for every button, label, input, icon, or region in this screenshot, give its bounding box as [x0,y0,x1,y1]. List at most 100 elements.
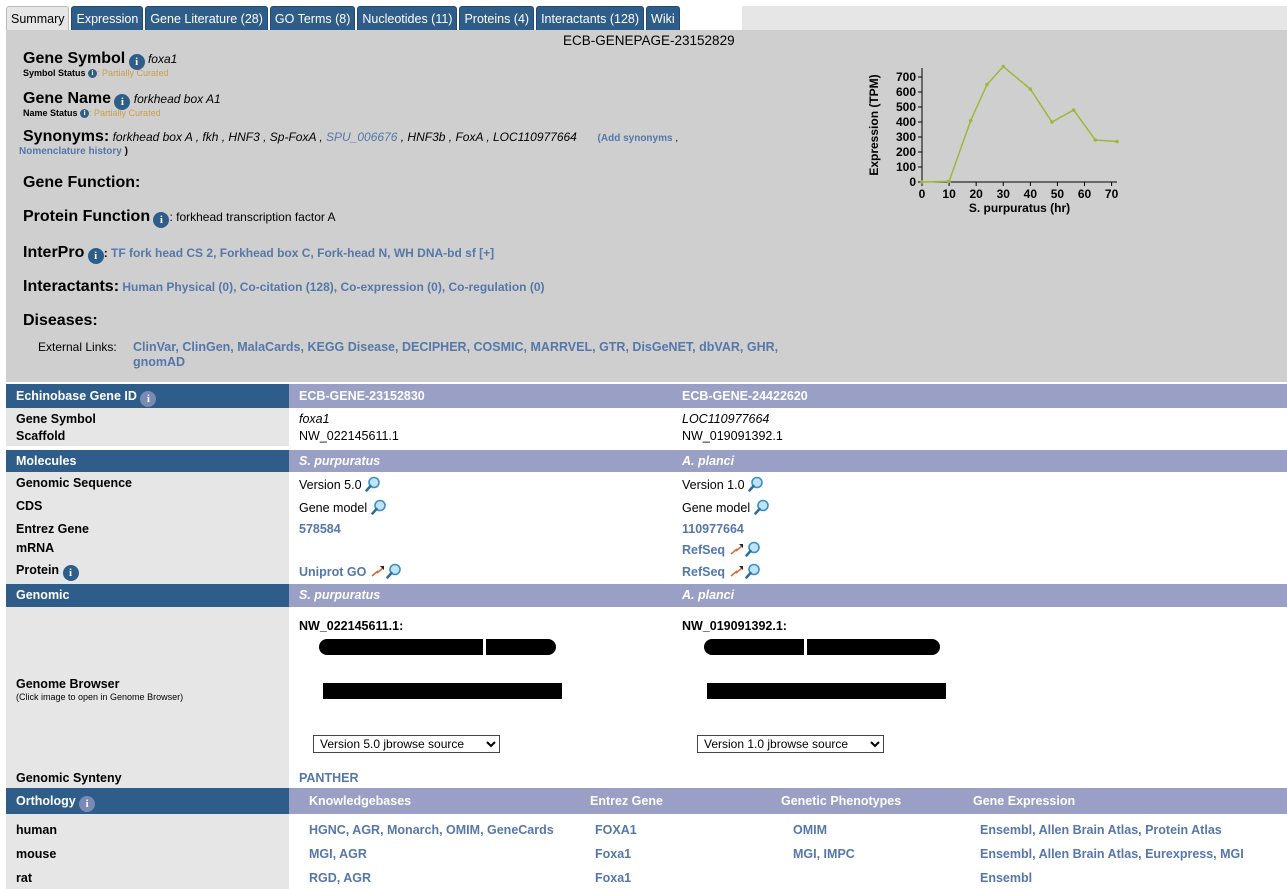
gene-track-image[interactable] [807,639,940,655]
ortholog-knowledgebases[interactable]: RGD, AGR [309,871,371,885]
tab-nucleotides[interactable]: Nucleotides (11) [357,6,458,30]
protein-label-wrap: Protein i [16,563,79,581]
tab-summary[interactable]: Summary [6,6,70,30]
info-icon[interactable]: i [80,109,90,118]
jbrowse-source-select[interactable]: Version 5.0 jbrowse source [313,735,500,753]
nomenclature-history-link[interactable]: Nomenclature history [19,146,122,157]
scaffold-row-label: Scaffold [16,429,66,443]
info-icon[interactable]: i [153,212,170,228]
y-tick-label: 300 [896,130,916,144]
external-link[interactable]: DECIPHER [402,340,467,354]
symbol-status-row: Symbol Status i: Partially Curated [23,68,169,78]
info-icon[interactable]: i [79,796,96,812]
external-links-list: ClinVar, ClinGen, MalaCards, KEGG Diseas… [133,340,779,369]
interpro-link[interactable]: WH DNA-bd sf [+] [394,246,494,260]
gene-track-image[interactable] [704,639,804,655]
tab-gene-literature[interactable]: Gene Literature (28) [145,6,268,30]
ortholog-entrez-link[interactable]: FOXA1 [595,823,637,837]
tab-bar: Summary Expression Gene Literature (28) … [6,6,680,30]
synonym-link[interactable]: SPU_006676 [326,130,397,144]
magnifier-icon[interactable] [744,563,761,579]
orthology-header-label: Orthology [16,794,76,808]
external-link[interactable]: ClinVar [133,340,175,354]
external-link[interactable]: MARRVEL [531,340,593,354]
genome-browser-label: Genome Browser [16,677,120,691]
ortholog-entrez-link[interactable]: Foxa1 [595,871,631,885]
refseq-link[interactable]: RefSeq [682,565,725,579]
x-tick-label: 10 [942,187,956,201]
symbol-status-value: : Partially Curated [97,68,169,78]
external-link[interactable]: KEGG Disease [307,340,395,354]
expression-chart[interactable]: 0100200300400500600700 0 10 20 30 40 50 60 70 S. … [852,64,1132,224]
protein-function-row: Protein Function i: forkhead transcripti… [23,208,336,228]
gene-track-image[interactable] [319,639,483,655]
entrez-gene-link[interactable]: 578584 [299,522,341,536]
interactants-label: Interactants: [23,278,120,295]
magnifier-icon[interactable] [365,476,381,492]
info-icon[interactable]: i [88,69,98,78]
expression-data-point [1050,120,1054,124]
magnifier-icon[interactable] [744,541,761,557]
mrna-cell: RefSeq [682,541,761,557]
gene-track-image[interactable] [323,683,562,699]
external-link[interactable]: GTR [599,340,625,354]
ortholog-expression[interactable]: Ensembl [980,871,1032,885]
external-link[interactable]: GHR [747,340,775,354]
external-link[interactable]: dbVAR [699,340,740,354]
blast-icon[interactable] [729,563,745,579]
x-tick-label: 20 [969,187,983,201]
entrez-gene-link[interactable]: 110977664 [682,522,744,536]
tab-go-terms[interactable]: GO Terms (8) [269,6,356,30]
magnifier-icon[interactable] [753,499,770,515]
tab-expression[interactable]: Expression [71,6,144,30]
jbrowse-source-select[interactable]: Version 1.0 jbrowse source [697,735,884,753]
tab-proteins[interactable]: Proteins (4) [459,6,535,30]
magnifier-icon[interactable] [386,563,402,579]
add-synonyms-link[interactable]: (Add synonyms [598,133,673,144]
uniprot-go-link[interactable]: Uniprot GO [299,565,366,579]
magnifier-icon[interactable] [370,499,387,515]
external-link[interactable]: COSMIC [474,340,524,354]
gene-track-image[interactable] [486,639,556,655]
magnifier-icon[interactable] [748,476,764,492]
protein-function-value: : forkhead transcription factor A [169,210,336,224]
blast-icon[interactable] [729,541,745,557]
info-icon[interactable]: i [62,565,79,581]
interactant-link[interactable]: Co-citation (128) [240,280,334,294]
ortholog-phenotypes[interactable]: OMIM [793,823,827,837]
gene-track-image[interactable] [707,683,946,699]
gene-id[interactable]: ECB-GENE-23152830 [299,384,425,408]
tab-bar-filler [742,6,1287,30]
ortholog-entrez-link[interactable]: Foxa1 [595,847,631,861]
x-tick-label: 50 [1051,187,1065,201]
blast-icon[interactable] [370,563,386,579]
panther-link[interactable]: PANTHER [299,771,359,785]
interpro-link[interactable]: Forkhead box C [220,246,311,260]
external-link[interactable]: DisGeNET [632,340,692,354]
interactants-row: Interactants: Human Physical (0), Co-cit… [23,278,545,295]
refseq-link[interactable]: RefSeq [682,543,725,557]
external-link[interactable]: gnomAD [133,355,185,369]
interpro-link[interactable]: Fork-head N [317,246,387,260]
ortholog-knowledgebases[interactable]: MGI, AGR [309,847,367,861]
gene-name-value: forkhead box A1 [133,92,221,106]
tab-wiki[interactable]: Wiki [646,6,680,30]
interactant-link[interactable]: Human Physical (0) [122,280,233,294]
info-icon[interactable]: i [140,391,157,407]
info-icon[interactable]: i [87,248,104,264]
external-link[interactable]: MalaCards [237,340,300,354]
gene-id[interactable]: ECB-GENE-24422620 [682,384,808,408]
tab-interactants[interactable]: Interactants (128) [536,6,645,30]
ortholog-expression[interactable]: Ensembl, Allen Brain Atlas, Protein Atla… [980,823,1222,837]
gene-symbol-cell: LOC110977664 [682,412,770,426]
y-tick-label: 500 [896,100,916,114]
interactant-link[interactable]: Co-regulation (0) [449,280,545,294]
interpro-link[interactable]: TF fork head CS 2 [111,246,213,260]
external-link[interactable]: ClinGen [182,340,230,354]
gene-symbol-row-label: Gene Symbol [16,412,96,426]
interactant-link[interactable]: Co-expression (0) [340,280,441,294]
ortholog-phenotypes[interactable]: MGI, IMPC [793,847,855,861]
ortholog-expression[interactable]: Ensembl, Allen Brain Atlas, Eurexpress, … [980,847,1244,861]
ortholog-knowledgebases[interactable]: HGNC, AGR, Monarch, OMIM, GeneCards [309,823,554,837]
protein-function-label: Protein Function [23,208,151,225]
